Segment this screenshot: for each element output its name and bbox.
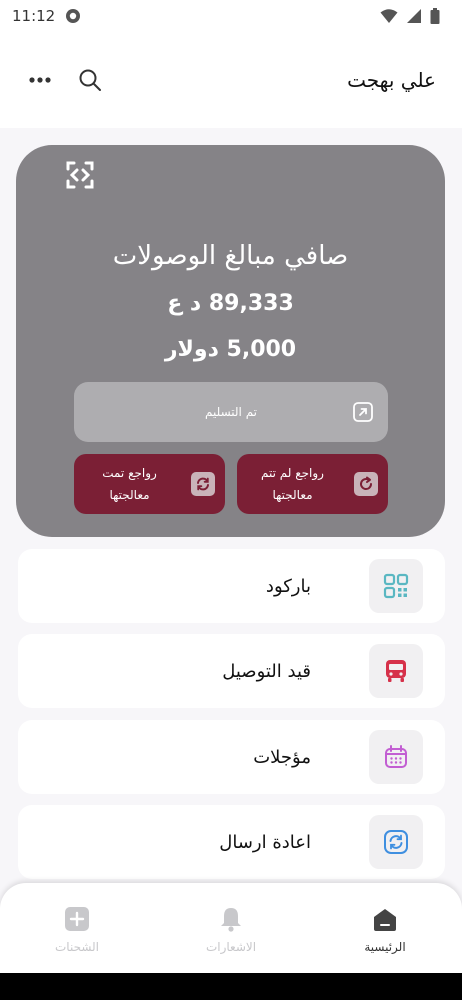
menu-label-in-delivery: قيد التوصيل — [222, 660, 311, 682]
header-actions — [28, 68, 102, 92]
nav-shipments-label: الشحنات — [55, 940, 100, 954]
sync-icon — [191, 472, 215, 496]
home-icon — [374, 909, 396, 931]
status-left: 11:12 — [12, 7, 81, 25]
delivered-label: تم التسليم — [204, 405, 258, 419]
amount-iqd: 89,333 د ع — [167, 291, 294, 316]
amount-usd: 5,000 دولار — [164, 337, 297, 362]
returns-unprocessed-label: رواجع لم تتم معالجتها — [237, 462, 348, 506]
scan-icon[interactable] — [60, 155, 100, 195]
qr-code-icon — [369, 559, 423, 613]
summary-card: صافي مبالغ الوصولات 89,333 د ع 5,000 دول… — [16, 145, 445, 537]
calendar-icon — [369, 730, 423, 784]
card-title: صافي مبالغ الوصولات — [112, 241, 349, 271]
menu-item-postponed[interactable]: مؤجلات — [18, 720, 445, 794]
add-box-icon — [65, 907, 89, 931]
nav-shipments[interactable]: الشحنات — [0, 883, 154, 973]
signal-icon — [407, 9, 421, 23]
user-name: علي بهجت — [347, 68, 436, 92]
menu-label-barcode: باركود — [265, 575, 311, 597]
reload-icon — [354, 472, 378, 496]
nav-home-label: الرئيسية — [364, 940, 406, 954]
returns-processed-line1: رواجع تمت — [102, 466, 157, 480]
bell-icon — [221, 908, 241, 932]
returns-unprocessed-line1: رواجع لم تتم — [261, 466, 324, 480]
app-notification-icon — [66, 9, 81, 23]
system-gesture-bar — [0, 973, 462, 1000]
menu-item-barcode[interactable]: باركود — [18, 549, 445, 623]
battery-icon — [430, 8, 440, 24]
delivered-button[interactable]: تم التسليم — [74, 382, 388, 442]
more-icon[interactable] — [28, 76, 52, 84]
menu-item-resend[interactable]: اعادة ارسال — [18, 805, 445, 879]
menu-label-postponed: مؤجلات — [253, 746, 311, 768]
status-right — [380, 8, 440, 24]
app-header: علي بهجت — [0, 32, 462, 128]
refresh-icon — [369, 815, 423, 869]
returns-processed-button[interactable]: رواجع تمت معالجتها — [74, 454, 225, 514]
nav-notifications[interactable]: الاشعارات — [154, 883, 308, 973]
nav-home[interactable]: الرئيسية — [308, 883, 462, 973]
nav-notifications-label: الاشعارات — [205, 940, 257, 954]
menu-label-resend: اعادة ارسال — [219, 831, 311, 853]
menu-item-in-delivery[interactable]: قيد التوصيل — [18, 634, 445, 708]
bottom-nav: الرئيسية الاشعارات الشحنات — [0, 883, 462, 973]
status-bar: 11:12 — [0, 0, 462, 32]
wifi-icon — [380, 9, 398, 23]
returns-unprocessed-button[interactable]: رواجع لم تتم معالجتها — [237, 454, 388, 514]
status-time: 11:12 — [12, 7, 56, 25]
search-icon[interactable] — [78, 68, 102, 92]
returns-processed-line2: معالجتها — [109, 488, 150, 502]
returns-processed-label: رواجع تمت معالجتها — [74, 462, 185, 506]
open-external-icon — [353, 402, 373, 422]
bus-icon — [369, 644, 423, 698]
returns-unprocessed-line2: معالجتها — [272, 488, 313, 502]
